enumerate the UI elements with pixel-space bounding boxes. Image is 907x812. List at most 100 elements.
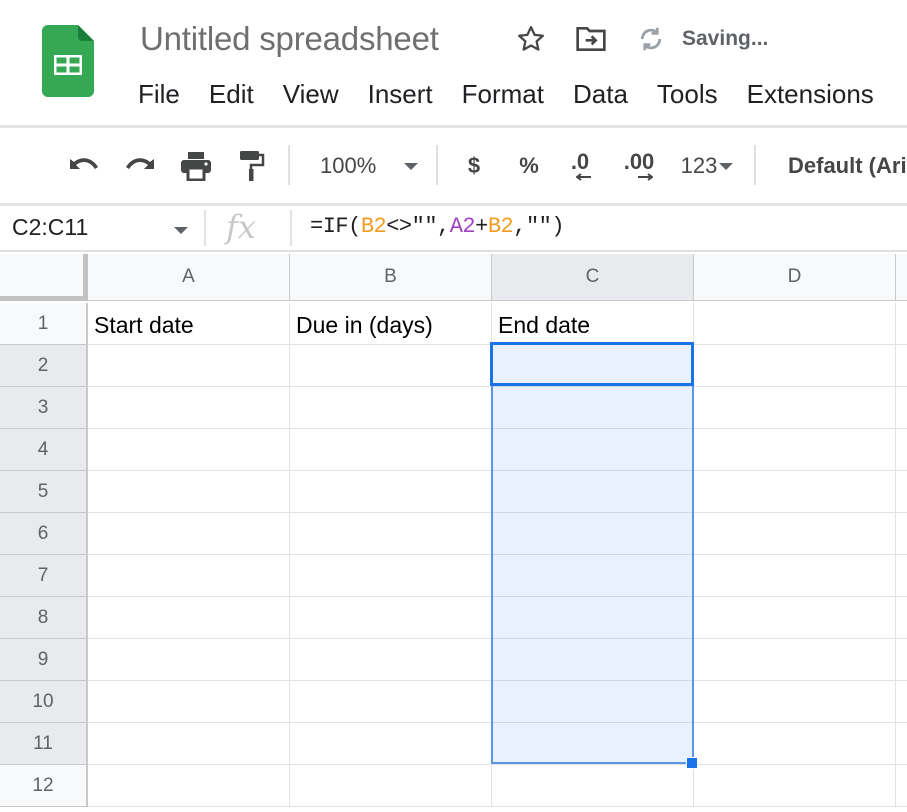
cell-c8[interactable] [492, 597, 694, 639]
cell-b8[interactable] [290, 597, 492, 639]
cell-c11[interactable] [492, 723, 694, 765]
cell-d8[interactable] [694, 597, 896, 639]
row-header-4[interactable]: 4 [0, 429, 88, 471]
cell-c2[interactable] [492, 345, 694, 387]
row-header-2[interactable]: 2 [0, 345, 88, 387]
cell-d12[interactable] [694, 765, 896, 807]
column-header-b[interactable]: B [290, 254, 492, 301]
menu-edit[interactable]: Edit [209, 78, 254, 110]
decrease-decimal-button[interactable]: .0 [560, 147, 600, 185]
cell-b5[interactable] [290, 471, 492, 513]
cell-c4[interactable] [492, 429, 694, 471]
cell-d3[interactable] [694, 387, 896, 429]
cell-e12[interactable] [896, 765, 907, 807]
cell-e9[interactable] [896, 639, 907, 681]
cell-a1[interactable]: Start date [88, 303, 290, 345]
more-formats-button[interactable]: 123 [674, 147, 740, 185]
row-header-9[interactable]: 9 [0, 639, 88, 681]
increase-decimal-button[interactable]: .00 [614, 147, 664, 185]
font-family-select[interactable]: Default (Ari [788, 147, 907, 185]
menu-extensions[interactable]: Extensions [747, 78, 874, 110]
cell-b1[interactable]: Due in (days) [290, 303, 492, 345]
row-header-6[interactable]: 6 [0, 513, 88, 555]
cell-c12[interactable] [492, 765, 694, 807]
format-currency-button[interactable]: $ [458, 147, 490, 185]
chevron-down-icon[interactable] [174, 227, 188, 234]
cell-d2[interactable] [694, 345, 896, 387]
cell-a10[interactable] [88, 681, 290, 723]
menu-view[interactable]: View [283, 78, 339, 110]
cell-b11[interactable] [290, 723, 492, 765]
row-header-12[interactable]: 12 [0, 765, 88, 807]
document-title[interactable]: Untitled spreadsheet [140, 20, 439, 58]
format-percent-button[interactable]: % [513, 147, 545, 185]
undo-button[interactable] [62, 147, 104, 185]
cell-b10[interactable] [290, 681, 492, 723]
column-header-a[interactable]: A [88, 254, 290, 301]
cell-c10[interactable] [492, 681, 694, 723]
cell-a4[interactable] [88, 429, 290, 471]
cell-b3[interactable] [290, 387, 492, 429]
row-header-8[interactable]: 8 [0, 597, 88, 639]
cell-e5[interactable] [896, 471, 907, 513]
menu-data[interactable]: Data [573, 78, 628, 110]
cell-d10[interactable] [694, 681, 896, 723]
cell-c5[interactable] [492, 471, 694, 513]
cell-e1[interactable] [896, 303, 907, 345]
row-header-11[interactable]: 11 [0, 723, 88, 765]
cell-e3[interactable] [896, 387, 907, 429]
cell-a8[interactable] [88, 597, 290, 639]
cell-c6[interactable] [492, 513, 694, 555]
column-header-c[interactable]: C [492, 254, 694, 301]
cell-a11[interactable] [88, 723, 290, 765]
menu-file[interactable]: File [138, 78, 180, 110]
row-header-5[interactable]: 5 [0, 471, 88, 513]
row-header-10[interactable]: 10 [0, 681, 88, 723]
cell-e8[interactable] [896, 597, 907, 639]
cell-d7[interactable] [694, 555, 896, 597]
cell-d1[interactable] [694, 303, 896, 345]
menu-insert[interactable]: Insert [368, 78, 433, 110]
cell-a7[interactable] [88, 555, 290, 597]
cell-e11[interactable] [896, 723, 907, 765]
name-box[interactable]: C2:C11 [12, 214, 88, 241]
fill-handle[interactable] [686, 757, 698, 769]
cell-a5[interactable] [88, 471, 290, 513]
cell-a9[interactable] [88, 639, 290, 681]
cell-b6[interactable] [290, 513, 492, 555]
cell-b2[interactable] [290, 345, 492, 387]
cell-c3[interactable] [492, 387, 694, 429]
cell-d5[interactable] [694, 471, 896, 513]
redo-button[interactable] [120, 147, 162, 185]
cell-b12[interactable] [290, 765, 492, 807]
row-header-3[interactable]: 3 [0, 387, 88, 429]
cell-c9[interactable] [492, 639, 694, 681]
google-sheets-logo-icon[interactable] [42, 25, 94, 97]
move-to-folder-icon[interactable] [574, 22, 608, 56]
column-header-d[interactable]: D [694, 254, 896, 301]
cell-d4[interactable] [694, 429, 896, 471]
menu-tools[interactable]: Tools [657, 78, 718, 110]
formula-input[interactable]: =IF(B2<>"",A2+B2,"") [310, 214, 565, 239]
cell-e7[interactable] [896, 555, 907, 597]
cell-d6[interactable] [694, 513, 896, 555]
cell-c1[interactable]: End date [492, 303, 694, 345]
menu-format[interactable]: Format [462, 78, 544, 110]
print-button[interactable] [176, 147, 216, 185]
cell-e6[interactable] [896, 513, 907, 555]
select-all-corner[interactable] [0, 254, 88, 301]
cell-a2[interactable] [88, 345, 290, 387]
cell-a3[interactable] [88, 387, 290, 429]
cell-c7[interactable] [492, 555, 694, 597]
cell-e4[interactable] [896, 429, 907, 471]
star-icon[interactable] [514, 22, 548, 56]
cell-b9[interactable] [290, 639, 492, 681]
column-header-e[interactable] [896, 254, 907, 301]
cell-b7[interactable] [290, 555, 492, 597]
cell-b4[interactable] [290, 429, 492, 471]
row-header-7[interactable]: 7 [0, 555, 88, 597]
cell-a12[interactable] [88, 765, 290, 807]
cell-e2[interactable] [896, 345, 907, 387]
cell-a6[interactable] [88, 513, 290, 555]
paint-format-button[interactable] [232, 147, 272, 185]
